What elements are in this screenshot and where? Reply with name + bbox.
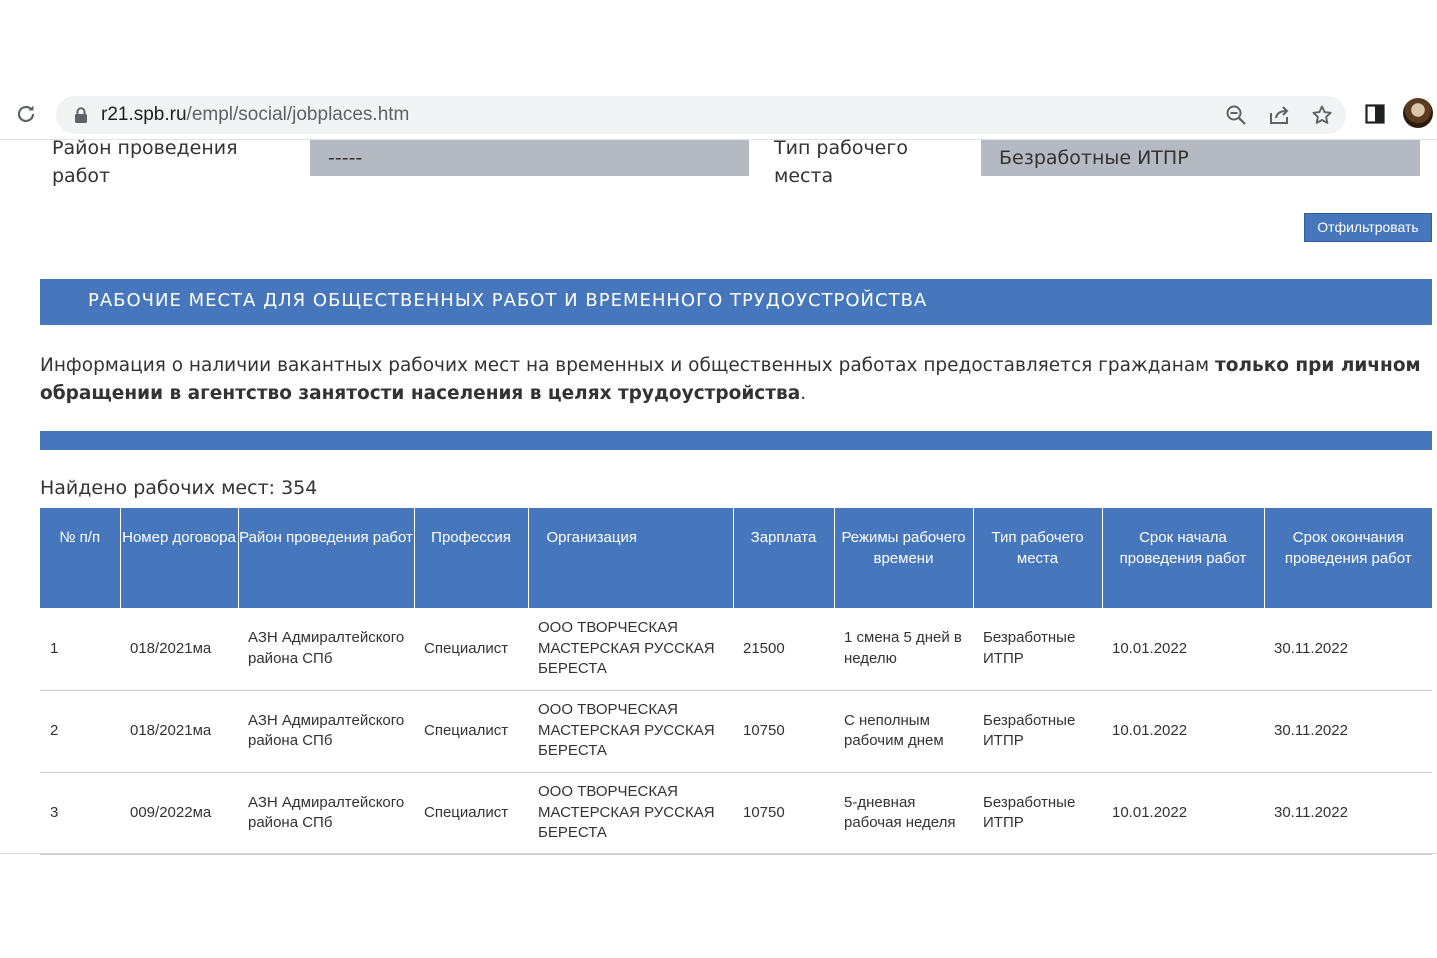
url-path: /empl/social/jobplaces.htm — [186, 104, 410, 125]
section-header: РАБОЧИЕ МЕСТА ДЛЯ ОБЩЕСТВЕННЫХ РАБОТ И В… — [40, 279, 1432, 325]
header-contract[interactable]: Номер договора — [119, 508, 238, 608]
cell-salary: 21500 — [733, 608, 834, 691]
zoom-icon[interactable] — [1225, 104, 1247, 126]
url-text[interactable]: r21.spb.ru/empl/social/jobplaces.htm — [101, 104, 409, 126]
cell-contract: 009/2022ма — [120, 772, 238, 855]
place-type-select[interactable]: Безработные ИТПР — [981, 140, 1420, 176]
header-organization[interactable]: Организация — [527, 508, 733, 608]
cell-salary: 10750 — [733, 772, 834, 855]
table-row[interactable]: 2 018/2021ма АЗН Адмиралтейского района … — [40, 690, 1432, 773]
jobs-table: № п/п Номер договора Район проведения ра… — [40, 508, 1432, 855]
header-start-date[interactable]: Срок начала проведения работ — [1101, 508, 1264, 608]
url-host: r21.spb.ru — [101, 104, 187, 125]
cell-contract: 018/2021ма — [120, 608, 238, 691]
cell-district: АЗН Адмиралтейского района СПб — [238, 772, 414, 855]
lock-icon[interactable] — [74, 107, 88, 123]
reload-icon[interactable] — [14, 102, 38, 126]
header-district[interactable]: Район проведения работ — [237, 508, 414, 608]
cell-profession: Специалист — [414, 772, 528, 855]
cell-number: 1 — [40, 608, 120, 691]
cell-contract: 018/2021ма — [120, 690, 238, 773]
cell-work-schedule: С неполным рабочим днем — [834, 690, 973, 773]
cell-district: АЗН Адмиралтейского района СПб — [238, 690, 414, 773]
share-icon[interactable] — [1268, 104, 1290, 126]
filter-button[interactable]: Отфильтровать — [1304, 213, 1432, 242]
info-end: . — [800, 383, 807, 404]
cell-profession: Специалист — [414, 690, 528, 773]
table-row[interactable]: 3 009/2022ма АЗН Адмиралтейского района … — [40, 772, 1432, 855]
info-text: Информация о наличии вакантных рабочих м… — [40, 355, 1216, 376]
district-select[interactable]: ----- — [310, 140, 749, 176]
cell-number: 3 — [40, 772, 120, 855]
cell-place-type: Безработные ИТПР — [973, 690, 1102, 773]
cell-start-date: 10.01.2022 — [1102, 608, 1264, 691]
header-end-date[interactable]: Срок окончания проведения работ — [1263, 508, 1432, 608]
cell-place-type: Безработные ИТПР — [973, 608, 1102, 691]
section-title: РАБОЧИЕ МЕСТА ДЛЯ ОБЩЕСТВЕННЫХ РАБОТ И В… — [88, 290, 928, 311]
cell-organization: ООО ТВОРЧЕСКАЯ МАСТЕРСКАЯ РУССКАЯ БЕРЕСТ… — [528, 608, 733, 691]
cell-place-type: Безработные ИТПР — [973, 772, 1102, 855]
cell-salary: 10750 — [733, 690, 834, 773]
cell-district: АЗН Адмиралтейского района СПб — [238, 608, 414, 691]
side-panel-icon[interactable] — [1364, 103, 1386, 125]
cell-end-date: 30.11.2022 — [1264, 772, 1432, 855]
cell-work-schedule: 5-дневная рабочая неделя — [834, 772, 973, 855]
avatar[interactable] — [1403, 98, 1433, 128]
header-place-type[interactable]: Тип рабочего места — [972, 508, 1102, 608]
browser-toolbar: r21.spb.ru/empl/social/jobplaces.htm — [0, 88, 1437, 140]
divider-bar — [40, 431, 1432, 450]
header-work-schedule[interactable]: Режимы рабочего времени — [833, 508, 973, 608]
header-number[interactable]: № п/п — [40, 508, 120, 608]
found-count: Найдено рабочих мест: 354 — [40, 477, 318, 499]
table-header-row: № п/п Номер договора Район проведения ра… — [40, 508, 1432, 608]
cell-organization: ООО ТВОРЧЕСКАЯ МАСТЕРСКАЯ РУССКАЯ БЕРЕСТ… — [528, 772, 733, 855]
header-salary[interactable]: Зарплата — [732, 508, 834, 608]
cell-end-date: 30.11.2022 — [1264, 608, 1432, 691]
cell-profession: Специалист — [414, 608, 528, 691]
cell-start-date: 10.01.2022 — [1102, 690, 1264, 773]
cell-work-schedule: 1 смена 5 дней в неделю — [834, 608, 973, 691]
district-filter-label: Район проведения работ — [52, 137, 238, 187]
place-type-filter-label: Тип рабочего места — [774, 137, 908, 187]
cell-number: 2 — [40, 690, 120, 773]
table-row[interactable]: 1 018/2021ма АЗН Адмиралтейского района … — [40, 608, 1432, 691]
cell-start-date: 10.01.2022 — [1102, 772, 1264, 855]
address-bar[interactable]: r21.spb.ru/empl/social/jobplaces.htm — [56, 96, 1346, 134]
page-bottom-rule — [0, 853, 1437, 854]
info-paragraph: Информация о наличии вакантных рабочих м… — [40, 352, 1432, 408]
cell-organization: ООО ТВОРЧЕСКАЯ МАСТЕРСКАЯ РУССКАЯ БЕРЕСТ… — [528, 690, 733, 773]
cell-end-date: 30.11.2022 — [1264, 690, 1432, 773]
header-profession[interactable]: Профессия — [413, 508, 528, 608]
star-icon[interactable] — [1311, 104, 1333, 126]
